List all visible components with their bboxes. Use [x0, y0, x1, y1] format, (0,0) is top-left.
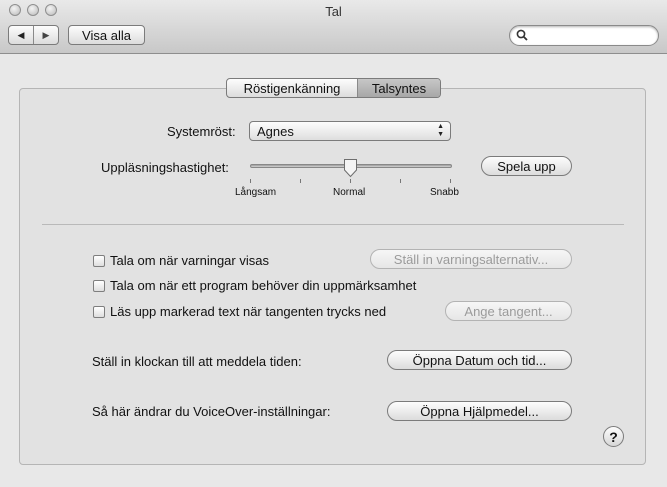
title-bar: Tal ◀ ▶ Visa alla	[0, 0, 667, 54]
slider-tick	[400, 179, 401, 183]
slider-tick	[350, 179, 351, 183]
system-voice-label: Systemröst:	[167, 124, 236, 139]
speaking-rate-slider[interactable]	[248, 158, 454, 183]
announce-attention-label: Tala om när ett program behöver din uppm…	[110, 278, 417, 293]
tab-text-to-speech[interactable]: Talsyntes	[358, 79, 440, 97]
back-button[interactable]: ◀	[9, 26, 34, 44]
announce-alerts-label: Tala om när varningar visas	[110, 253, 269, 268]
open-accessibility-button[interactable]: Öppna Hjälpmedel...	[387, 401, 572, 421]
window-title: Tal	[325, 4, 342, 19]
slider-thumb[interactable]	[343, 158, 358, 178]
play-button[interactable]: Spela upp	[481, 156, 572, 176]
announce-attention-row: Tala om när ett program behöver din uppm…	[93, 278, 416, 293]
back-forward-control: ◀ ▶	[8, 25, 59, 45]
help-icon: ?	[609, 428, 618, 445]
slow-label: Långsam	[235, 187, 277, 198]
fast-label: Snabb	[430, 187, 459, 198]
show-all-button[interactable]: Visa alla	[68, 25, 145, 45]
back-arrow-icon: ◀	[17, 29, 25, 40]
set-key-button[interactable]: Ange tangent...	[445, 301, 572, 321]
speak-selected-checkbox[interactable]	[93, 305, 105, 318]
system-voice-value: Agnes	[257, 124, 294, 139]
speaking-rate-label: Uppläsningshastighet:	[101, 160, 229, 175]
tab-speech-recognition[interactable]: Röstigenkänning	[227, 79, 358, 97]
search-icon	[516, 29, 528, 41]
slider-tick	[250, 179, 251, 183]
announce-alerts-checkbox[interactable]	[93, 254, 105, 267]
slider-tick	[450, 179, 451, 183]
search-input[interactable]	[532, 28, 650, 43]
speak-selected-row: Läs upp markerad text när tangenten tryc…	[93, 304, 386, 319]
normal-label: Normal	[333, 187, 366, 198]
clock-label: Ställ in klockan till att meddela tiden:	[92, 354, 302, 369]
search-field[interactable]	[509, 25, 659, 46]
open-date-time-button[interactable]: Öppna Datum och tid...	[387, 350, 572, 370]
forward-arrow-icon: ▶	[42, 29, 50, 40]
updown-arrows-icon: ▲ ▼	[437, 123, 444, 138]
alert-options-button[interactable]: Ställ in varningsalternativ...	[370, 249, 572, 269]
separator	[42, 224, 624, 225]
voiceover-label: Så här ändrar du VoiceOver-inställningar…	[92, 404, 331, 419]
forward-button[interactable]: ▶	[34, 26, 58, 44]
slider-tick	[300, 179, 301, 183]
speak-selected-label: Läs upp markerad text när tangenten tryc…	[110, 304, 387, 319]
announce-alerts-row: Tala om när varningar visas	[93, 253, 269, 268]
help-button[interactable]: ?	[603, 426, 624, 447]
tab-bar: Röstigenkänning Talsyntes	[226, 78, 441, 98]
announce-attention-checkbox[interactable]	[93, 279, 105, 292]
system-voice-select[interactable]: Agnes ▲ ▼	[249, 121, 451, 141]
